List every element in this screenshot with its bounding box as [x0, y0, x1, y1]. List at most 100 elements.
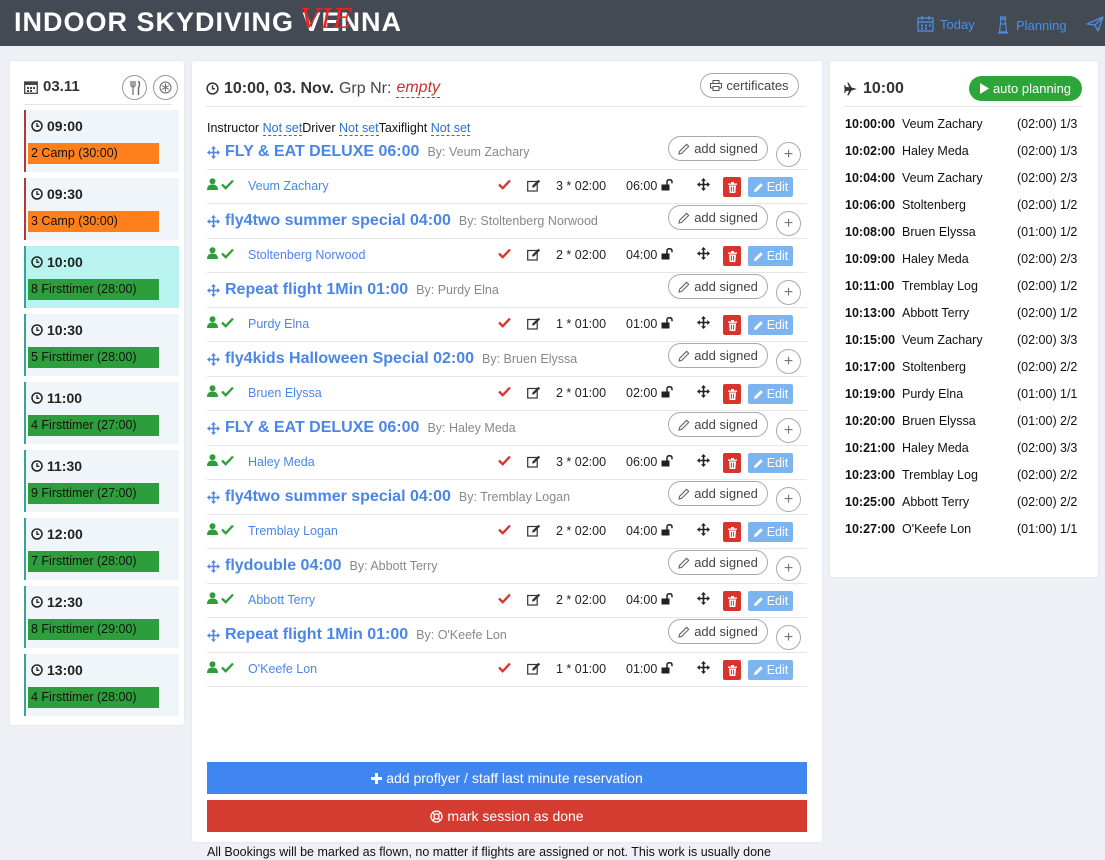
- nav-flights-link[interactable]: [1086, 15, 1104, 33]
- slot-booking-bar[interactable]: 4 Firsttimer (28:00): [28, 687, 159, 708]
- add-signed-button[interactable]: add signed: [668, 343, 768, 368]
- edit-button[interactable]: Edit: [748, 384, 793, 404]
- time-slot[interactable]: 09:30 3 Camp (30:00): [24, 178, 179, 240]
- nav-planning-link[interactable]: Planning: [996, 16, 1067, 34]
- move-icon[interactable]: [207, 214, 220, 228]
- planning-row[interactable]: 10:06:00 Stoltenberg (02:00) 1/2: [845, 192, 1085, 219]
- drag-handle[interactable]: [697, 592, 710, 608]
- add-proflyer-button[interactable]: add proflyer / staff last minute reserva…: [207, 762, 807, 794]
- move-icon[interactable]: [207, 283, 220, 297]
- edit-button[interactable]: Edit: [748, 246, 793, 266]
- edit-note-icon[interactable]: [527, 179, 541, 192]
- unlock-icon[interactable]: [661, 593, 674, 605]
- edit-button[interactable]: Edit: [748, 177, 793, 197]
- add-flyer-button[interactable]: +: [776, 625, 801, 650]
- checkmark-icon[interactable]: [498, 317, 511, 328]
- slot-booking-bar[interactable]: 8 Firsttimer (28:00): [28, 279, 159, 300]
- group-title[interactable]: Repeat flight 1Min 01:00 By: Purdy Elna: [207, 281, 499, 299]
- drag-handle[interactable]: [697, 661, 710, 677]
- delete-button[interactable]: [723, 384, 741, 404]
- checkmark-icon[interactable]: [498, 179, 511, 190]
- edit-button[interactable]: Edit: [748, 315, 793, 335]
- planning-row[interactable]: 10:11:00 Tremblay Log (02:00) 1/2: [845, 273, 1085, 300]
- add-signed-button[interactable]: add signed: [668, 550, 768, 575]
- move-icon[interactable]: [207, 490, 220, 504]
- flyer-name[interactable]: Veum Zachary: [248, 179, 329, 193]
- edit-note-icon[interactable]: [527, 662, 541, 675]
- move-icon[interactable]: [207, 559, 220, 573]
- add-signed-button[interactable]: add signed: [668, 136, 768, 161]
- flyer-name[interactable]: Abbott Terry: [248, 593, 315, 607]
- drag-handle[interactable]: [697, 247, 710, 263]
- unlock-icon[interactable]: [661, 386, 674, 398]
- time-slot[interactable]: 13:00 4 Firsttimer (28:00): [24, 654, 179, 716]
- group-title[interactable]: flydouble 04:00 By: Abbott Terry: [207, 557, 438, 575]
- checkmark-icon[interactable]: [498, 593, 511, 604]
- checkmark-icon[interactable]: [498, 455, 511, 466]
- move-icon[interactable]: [207, 421, 220, 435]
- add-signed-button[interactable]: add signed: [668, 205, 768, 230]
- planning-row[interactable]: 10:17:00 Stoltenberg (02:00) 2/2: [845, 354, 1085, 381]
- planning-row[interactable]: 10:21:00 Haley Meda (02:00) 3/3: [845, 435, 1085, 462]
- drag-handle[interactable]: [697, 385, 710, 401]
- flyer-name[interactable]: Haley Meda: [248, 455, 315, 469]
- add-signed-button[interactable]: add signed: [668, 412, 768, 437]
- delete-button[interactable]: [723, 246, 741, 266]
- delete-button[interactable]: [723, 591, 741, 611]
- driver-value[interactable]: Not set: [339, 121, 379, 136]
- edit-button[interactable]: Edit: [748, 591, 793, 611]
- auto-planning-button[interactable]: auto planning: [969, 76, 1082, 101]
- edit-note-icon[interactable]: [527, 248, 541, 261]
- time-slot[interactable]: 12:30 8 Firsttimer (29:00): [24, 586, 179, 648]
- group-title[interactable]: FLY & EAT DELUXE 06:00 By: Haley Meda: [207, 419, 516, 437]
- edit-note-icon[interactable]: [527, 593, 541, 606]
- group-title[interactable]: fly4two summer special 04:00 By: Tremblay…: [207, 488, 570, 506]
- planning-row[interactable]: 10:23:00 Tremblay Log (02:00) 2/2: [845, 462, 1085, 489]
- unlock-icon[interactable]: [661, 317, 674, 329]
- time-slot[interactable]: 09:00 2 Camp (30:00): [24, 110, 179, 172]
- flyer-name[interactable]: Purdy Elna: [248, 317, 309, 331]
- add-flyer-button[interactable]: +: [776, 487, 801, 512]
- add-flyer-button[interactable]: +: [776, 280, 801, 305]
- slot-booking-bar[interactable]: 8 Firsttimer (29:00): [28, 619, 159, 640]
- edit-button[interactable]: Edit: [748, 522, 793, 542]
- checkmark-icon[interactable]: [498, 662, 511, 673]
- planning-row[interactable]: 10:27:00 O'Keefe Lon (01:00) 1/1: [845, 516, 1085, 543]
- unlock-icon[interactable]: [661, 662, 674, 674]
- planning-row[interactable]: 10:13:00 Abbott Terry (02:00) 1/2: [845, 300, 1085, 327]
- planning-row[interactable]: 10:08:00 Bruen Elyssa (01:00) 1/2: [845, 219, 1085, 246]
- slot-booking-bar[interactable]: 9 Firsttimer (27:00): [28, 483, 159, 504]
- add-flyer-button[interactable]: +: [776, 349, 801, 374]
- drag-handle[interactable]: [697, 178, 710, 194]
- edit-note-icon[interactable]: [527, 524, 541, 537]
- move-icon[interactable]: [207, 628, 220, 642]
- group-title[interactable]: FLY & EAT DELUXE 06:00 By: Veum Zachary: [207, 143, 530, 161]
- delete-button[interactable]: [723, 453, 741, 473]
- planning-row[interactable]: 10:02:00 Haley Meda (02:00) 1/3: [845, 138, 1085, 165]
- slot-booking-bar[interactable]: 2 Camp (30:00): [28, 143, 159, 164]
- drag-handle[interactable]: [697, 454, 710, 470]
- slot-booking-bar[interactable]: 7 Firsttimer (28:00): [28, 551, 159, 572]
- nav-today-link[interactable]: Today: [917, 16, 975, 32]
- add-flyer-button[interactable]: +: [776, 142, 801, 167]
- edit-button[interactable]: Edit: [748, 660, 793, 680]
- group-number-value[interactable]: empty: [396, 79, 441, 98]
- planning-row[interactable]: 10:25:00 Abbott Terry (02:00) 2/2: [845, 489, 1085, 516]
- time-slot[interactable]: 11:30 9 Firsttimer (27:00): [24, 450, 179, 512]
- delete-button[interactable]: [723, 660, 741, 680]
- flyer-name[interactable]: O'Keefe Lon: [248, 662, 317, 676]
- brand-logo[interactable]: INDOOR SKYDIVING V VIE ENNA: [14, 4, 402, 38]
- flyer-name[interactable]: Bruen Elyssa: [248, 386, 322, 400]
- drag-handle[interactable]: [697, 523, 710, 539]
- planning-row[interactable]: 10:00:00 Veum Zachary (02:00) 1/3: [845, 111, 1085, 138]
- slot-booking-bar[interactable]: 3 Camp (30:00): [28, 211, 159, 232]
- move-icon[interactable]: [207, 352, 220, 366]
- time-slot[interactable]: 10:00 8 Firsttimer (28:00): [24, 246, 179, 308]
- drag-handle[interactable]: [697, 316, 710, 332]
- certificates-button[interactable]: certificates: [700, 73, 799, 98]
- unlock-icon[interactable]: [661, 524, 674, 536]
- mark-session-done-button[interactable]: mark session as done: [207, 800, 807, 832]
- add-flyer-button[interactable]: +: [776, 211, 801, 236]
- move-icon[interactable]: [207, 145, 220, 159]
- edit-note-icon[interactable]: [527, 455, 541, 468]
